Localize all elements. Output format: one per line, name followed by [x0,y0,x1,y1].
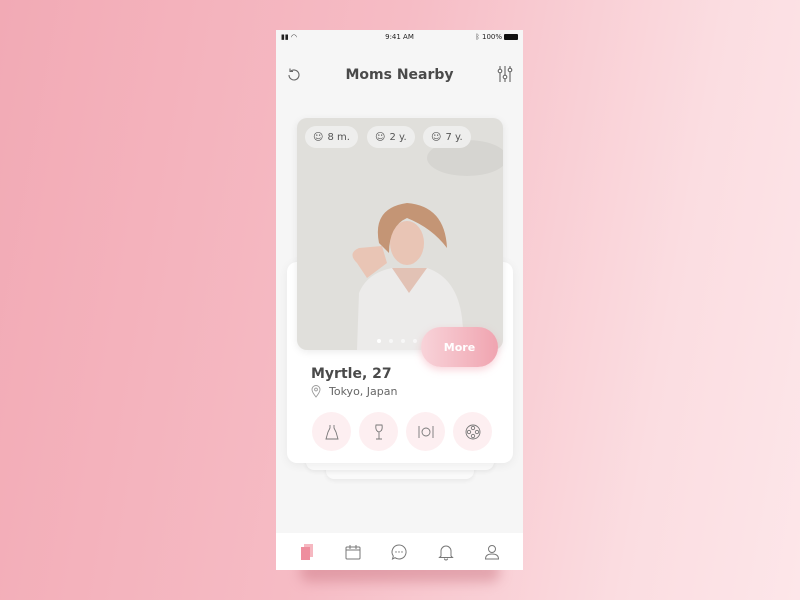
tab-calendar[interactable] [341,540,365,564]
interests-list [312,412,492,451]
baby-girl-icon: ☺ [375,131,386,143]
bell-icon [437,545,454,560]
status-time: 9:41 AM [385,33,414,41]
dining-icon [418,425,433,438]
film-reel-icon [465,424,480,439]
interest-film[interactable] [453,412,492,451]
child-age-chip: ☺ 8 m. [305,126,358,148]
child-age-chip: ☺ 2 y. [367,126,415,148]
user-icon [484,544,499,559]
interest-wine[interactable] [359,412,398,451]
profile-photo[interactable]: ☺ 8 m. ☺ 2 y. ☺ 7 y. [297,118,503,350]
cards-icon [301,543,314,560]
status-bar: ▮▮ ◠ 9:41 AM ᛒ 100% [276,30,523,44]
more-button[interactable]: More [421,327,498,367]
page-title: Moms Nearby [345,67,454,83]
page-dot[interactable] [389,339,393,343]
filter-sliders-icon[interactable] [496,65,514,83]
chat-icon [392,543,408,560]
child-age: 8 m. [327,131,350,143]
photo-pagination[interactable] [377,339,417,343]
person-photo [352,140,503,350]
baby-icon: ☺ [313,131,324,143]
profile-location: Tokyo, Japan [311,385,397,398]
tab-cards[interactable] [295,540,319,564]
calendar-icon [345,544,361,559]
phone-screen: ▮▮ ◠ 9:41 AM ᛒ 100% Moms Nearby ☺ 8 m. ☺ 2… [276,30,523,570]
page-dot[interactable] [377,339,381,343]
tab-profile[interactable] [480,540,504,564]
baby-icon: ☺ [431,131,442,143]
child-age: 7 y. [445,131,463,143]
page-dot[interactable] [401,339,405,343]
location-text: Tokyo, Japan [329,385,398,398]
child-age: 2 y. [389,131,407,143]
tab-chat[interactable] [387,540,411,564]
page-dot[interactable] [413,339,417,343]
wine-glass-icon [374,424,383,439]
location-pin-icon [311,385,321,398]
child-age-chip: ☺ 7 y. [423,126,471,148]
interest-dress[interactable] [312,412,351,451]
tab-bar [276,533,523,570]
interest-dining[interactable] [406,412,445,451]
dress-icon [324,424,339,439]
profile-name: Myrtle, 27 [311,366,392,382]
tab-notifications[interactable] [434,540,458,564]
